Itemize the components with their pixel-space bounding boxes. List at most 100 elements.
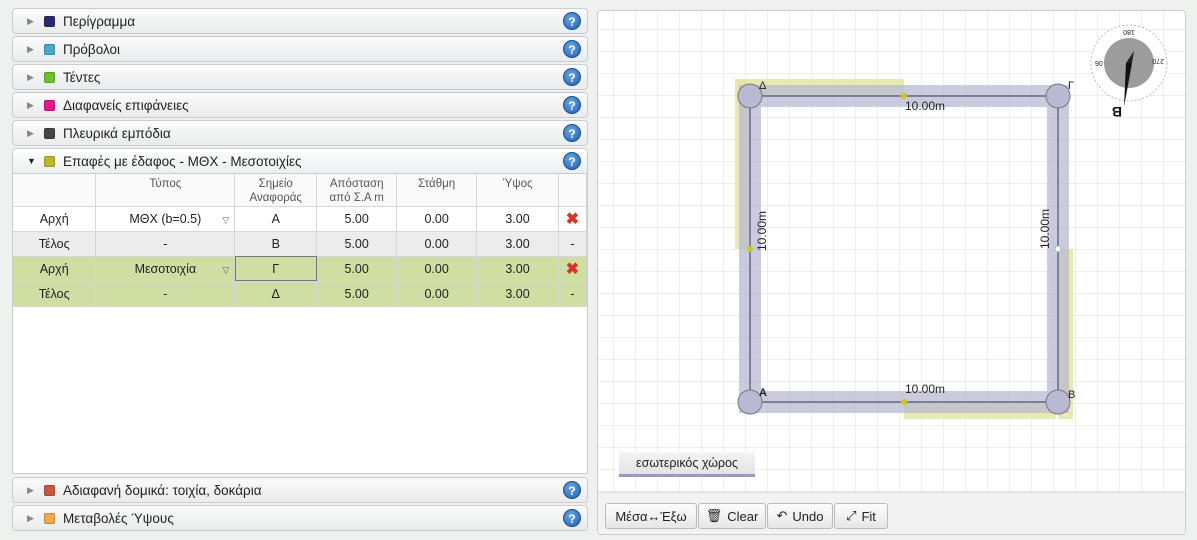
compass-label-top: 180 bbox=[1123, 28, 1135, 35]
table-row[interactable]: Τέλος - Β 5.00 0.00 3.00 - bbox=[13, 231, 588, 257]
table-row[interactable]: Αρχή Μεσοτοιχία ▽ Γ 5.00 0.00 3.00 ✖ bbox=[13, 256, 588, 282]
corner-label-gamma: Γ bbox=[1068, 80, 1074, 92]
help-icon[interactable]: ? bbox=[563, 68, 581, 86]
color-swatch bbox=[44, 43, 55, 55]
header-simeio: Σημείο Αναφοράς bbox=[234, 174, 318, 207]
accordion-label: Τέντες bbox=[63, 69, 101, 85]
expand-arrow-icon: ▶ bbox=[27, 43, 34, 54]
delete-icon[interactable]: ✖ bbox=[558, 206, 588, 232]
accordion-perigramma[interactable]: ▶ Περίγραμμα ? bbox=[12, 8, 588, 34]
corner-handle[interactable] bbox=[1045, 83, 1071, 109]
accordion-label: Αδιαφανή δομικά: τοιχία, δοκάρια bbox=[63, 482, 262, 498]
cell-level[interactable]: 0.00 bbox=[396, 206, 478, 232]
cell-type: - bbox=[95, 281, 236, 307]
color-swatch bbox=[44, 127, 55, 139]
cell-action: - bbox=[558, 281, 588, 307]
swap-label: Μέσα↔Έξω bbox=[615, 508, 687, 524]
cell-height[interactable]: 3.00 bbox=[476, 256, 559, 282]
help-icon[interactable]: ? bbox=[563, 96, 581, 114]
type-value: Μεσοτοιχία bbox=[134, 261, 197, 276]
cell-type: - bbox=[95, 231, 236, 257]
clear-button[interactable]: 🗑 Clear bbox=[698, 503, 766, 529]
help-icon[interactable]: ? bbox=[563, 124, 581, 142]
header-apostasi-line1: Απόσταση bbox=[329, 178, 384, 190]
cell-distance[interactable]: 5.00 bbox=[316, 281, 398, 307]
cell-point[interactable]: Γ bbox=[234, 256, 318, 282]
corner-handle[interactable] bbox=[1045, 389, 1071, 415]
dimension-left: 10.00m bbox=[755, 211, 769, 251]
swap-inside-outside-button[interactable]: Μέσα↔Έξω bbox=[605, 503, 697, 529]
ground-contacts-table: Τύπος Σημείο Αναφοράς Απόσταση από Σ.Α m Σ… bbox=[13, 174, 588, 307]
color-swatch bbox=[44, 99, 55, 111]
accordion-plevrika[interactable]: ▶ Πλευρικά εμπόδια ? bbox=[12, 120, 588, 146]
undo-label: Undo bbox=[792, 508, 824, 524]
help-icon[interactable]: ? bbox=[563, 12, 581, 30]
table-row[interactable]: Τέλος - Δ 5.00 0.00 3.00 - bbox=[13, 281, 588, 307]
type-select[interactable]: ΜΘΧ (b=0.5) ▽ bbox=[95, 206, 236, 232]
cell-height[interactable]: 3.00 bbox=[476, 231, 559, 257]
cell-height[interactable]: 3.00 bbox=[476, 206, 559, 232]
type-value: ΜΘΧ (b=0.5) bbox=[129, 211, 202, 226]
clear-label: Clear bbox=[727, 508, 759, 524]
table-row[interactable]: Αρχή ΜΘΧ (b=0.5) ▽ Α 5.00 0.00 3.00 ✖ bbox=[13, 206, 588, 232]
cell-position: Τέλος bbox=[13, 281, 97, 307]
cell-point[interactable]: Δ bbox=[234, 281, 318, 307]
help-icon[interactable]: ? bbox=[563, 481, 581, 499]
compass-label-left: 90 bbox=[1095, 61, 1103, 68]
accordion-metavoles[interactable]: ▶ Μεταβολές Ύψους ? bbox=[12, 505, 588, 531]
cell-distance[interactable]: 5.00 bbox=[316, 256, 398, 282]
cell-position: Αρχή bbox=[13, 256, 97, 282]
corner-label-delta: Δ bbox=[759, 80, 767, 92]
help-icon[interactable]: ? bbox=[563, 509, 581, 527]
cell-position: Τέλος bbox=[13, 231, 97, 257]
corner-label-beta: Β bbox=[1068, 389, 1075, 401]
accordion-adiafani[interactable]: ▶ Αδιαφανή δομικά: τοιχία, δοκάρια ? bbox=[12, 477, 588, 503]
color-swatch bbox=[44, 512, 55, 524]
drawing-canvas[interactable]: Δ Γ Β Α 10.00m 10.00m 10.00m 10.00m 180 … bbox=[598, 11, 1186, 492]
accordion-diafaneis[interactable]: ▶ Διαφανείς επιφάνειες ? bbox=[12, 92, 588, 118]
accordion-label: Πρόβολοι bbox=[63, 41, 121, 57]
help-icon[interactable]: ? bbox=[563, 152, 581, 170]
cell-level[interactable]: 0.00 bbox=[396, 281, 478, 307]
midpoint-dot[interactable] bbox=[901, 399, 907, 405]
midpoint-dot[interactable] bbox=[1054, 245, 1062, 253]
cell-point[interactable]: Β bbox=[234, 231, 318, 257]
cell-height[interactable]: 3.00 bbox=[476, 281, 559, 307]
cell-distance[interactable]: 5.00 bbox=[316, 231, 398, 257]
accordion-provoloi[interactable]: ▶ Πρόβολοι ? bbox=[12, 36, 588, 62]
expand-icon: ⤢ bbox=[846, 508, 857, 523]
dimension-right: 10.00m bbox=[1038, 209, 1052, 249]
fit-button[interactable]: ⤢ Fit bbox=[834, 503, 888, 529]
toolbar: Μέσα↔Έξω 🗑 Clear ↶ Undo ⤢ Fit bbox=[598, 492, 1185, 534]
cell-point[interactable]: Α bbox=[234, 206, 318, 232]
cell-level[interactable]: 0.00 bbox=[396, 231, 478, 257]
cell-action: - bbox=[558, 231, 588, 257]
compass-label-north: B bbox=[1112, 104, 1122, 120]
accordion-epafes[interactable]: ▼ Επαφές με έδαφος - ΜΘΧ - Μεσοτοιχίες ? bbox=[12, 148, 588, 174]
midpoint-dot[interactable] bbox=[747, 246, 753, 252]
dimension-top: 10.00m bbox=[905, 99, 945, 113]
header-typos: Τύπος bbox=[95, 174, 236, 207]
corner-label-alpha: Α bbox=[759, 387, 767, 399]
delete-icon[interactable]: ✖ bbox=[558, 256, 588, 282]
cell-level[interactable]: 0.00 bbox=[396, 256, 478, 282]
header-empty bbox=[13, 174, 97, 207]
dimension-bottom: 10.00m bbox=[905, 382, 945, 396]
epafes-panel: Τύπος Σημείο Αναφοράς Απόσταση από Σ.Α m Σ… bbox=[12, 174, 588, 474]
header-apostasi-line2: από Σ.Α m bbox=[329, 192, 384, 204]
dropdown-arrow-icon: ▽ bbox=[222, 264, 230, 275]
help-icon[interactable]: ? bbox=[563, 40, 581, 58]
undo-icon: ↶ bbox=[776, 508, 788, 523]
accordion-label: Μεταβολές Ύψους bbox=[63, 510, 174, 526]
accordion-tentes[interactable]: ▶ Τέντες ? bbox=[12, 64, 588, 90]
dropdown-arrow-icon: ▽ bbox=[222, 214, 230, 225]
accordion-label: Επαφές με έδαφος - ΜΘΧ - Μεσοτοιχίες bbox=[63, 153, 302, 169]
type-select[interactable]: Μεσοτοιχία ▽ bbox=[95, 256, 236, 282]
expand-arrow-icon: ▶ bbox=[27, 484, 34, 495]
expand-arrow-icon: ▶ bbox=[27, 99, 34, 110]
header-actions bbox=[558, 174, 588, 207]
undo-button[interactable]: ↶ Undo bbox=[767, 503, 833, 529]
trash-icon: 🗑 bbox=[705, 508, 723, 523]
cell-distance[interactable]: 5.00 bbox=[316, 206, 398, 232]
color-swatch bbox=[44, 155, 55, 167]
